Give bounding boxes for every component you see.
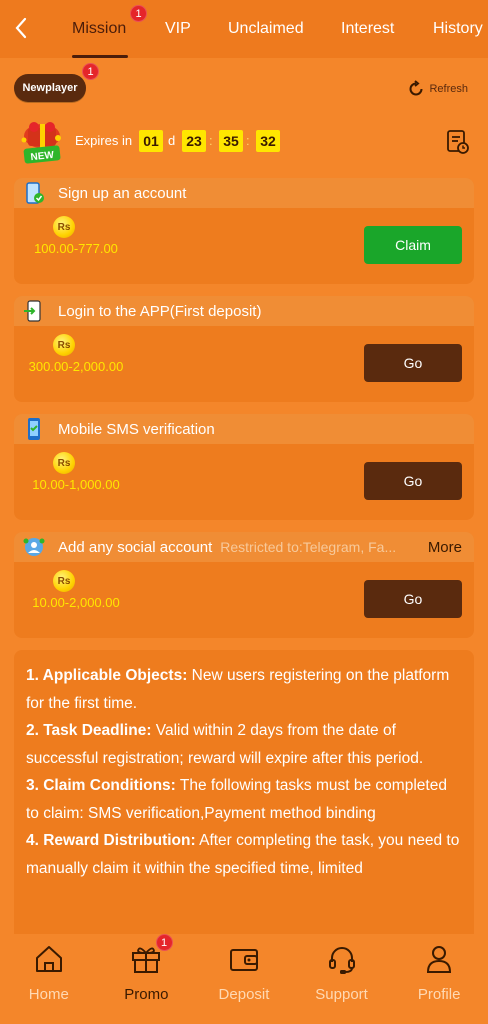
countdown-days-unit: d — [168, 133, 176, 148]
countdown-separator: : — [246, 133, 250, 148]
task-reward-amount: 10.00-2,000.00 — [32, 595, 120, 610]
nav-label: Profile — [417, 986, 461, 1003]
task-title: Sign up an account — [58, 184, 187, 202]
phone-login-icon — [24, 300, 41, 322]
gift-icon: NEW — [14, 118, 70, 166]
nav-promo-badge: 1 — [155, 934, 173, 951]
wallet-icon — [229, 949, 258, 971]
countdown-seconds: 32 — [256, 130, 280, 152]
nav-support[interactable]: Support — [293, 934, 391, 1024]
back-button[interactable] — [6, 12, 36, 44]
tab-interest[interactable]: Interest — [341, 0, 394, 58]
rupee-coin-icon: Rs — [53, 334, 75, 356]
chevron-left-icon — [15, 17, 27, 39]
task-card: Sign up an account Rs 100.00-777.00 Clai… — [14, 178, 474, 284]
tab-history[interactable]: History — [433, 0, 483, 58]
task-header: Mobile SMS verification — [14, 414, 474, 444]
rupee-coin-icon: Rs — [53, 570, 75, 592]
document-clock-icon — [447, 130, 469, 154]
task-restriction: Restricted to:Telegram, Fa... — [220, 539, 397, 555]
user-icon — [427, 946, 452, 973]
new-tag: NEW — [30, 150, 55, 163]
refresh-icon — [410, 80, 423, 96]
nav-deposit[interactable]: Deposit — [195, 934, 293, 1024]
newplayer-filter[interactable]: Newplayer — [14, 74, 86, 102]
sms-verification-icon — [28, 418, 40, 440]
rule-item: 4. Reward Distribution: After completing… — [26, 832, 460, 877]
task-header: Sign up an account — [14, 178, 474, 208]
rupee-coin-icon: Rs — [53, 452, 75, 474]
top-bar: Mission 1 VIP Unclaimed Interest History — [0, 0, 488, 58]
headset-icon — [328, 947, 355, 974]
task-header: Add any social account Restricted to:Tel… — [14, 532, 474, 562]
rupee-coin-icon: Rs — [53, 216, 75, 238]
task-reward-amount: 100.00-777.00 — [34, 241, 118, 256]
tab-label: Interest — [341, 20, 395, 37]
countdown-days: 01 — [139, 130, 163, 152]
task-header: Login to the APP(First deposit) — [14, 296, 474, 326]
rule-item: 2. Task Deadline: Valid within 2 days fr… — [26, 722, 424, 767]
tab-label: VIP — [165, 20, 191, 37]
task-card: Add any social account Restricted to:Tel… — [14, 532, 474, 638]
more-link[interactable]: More — [428, 539, 462, 556]
task-title: Login to the APP(First deposit) — [58, 302, 262, 320]
nav-label: Deposit — [218, 986, 270, 1003]
go-button[interactable]: Go — [364, 580, 462, 618]
newplayer-label: Newplayer — [22, 82, 78, 94]
tab-mission-badge: 1 — [130, 5, 147, 22]
expires-label: Expires in — [75, 133, 133, 148]
task-card: Login to the APP(First deposit) Rs 300.0… — [14, 296, 474, 402]
refresh-label: Refresh — [429, 83, 468, 95]
countdown-separator: : — [209, 133, 213, 148]
claim-button[interactable]: Claim — [364, 226, 462, 264]
active-tab-indicator — [72, 55, 128, 58]
countdown-hours: 23 — [182, 130, 206, 152]
task-title: Mobile SMS verification — [58, 420, 215, 438]
newplayer-badge: 1 — [82, 63, 99, 80]
tab-mission[interactable]: Mission — [72, 0, 126, 58]
nav-label: Promo — [124, 986, 169, 1003]
tab-unclaimed[interactable]: Unclaimed — [228, 0, 304, 58]
go-button[interactable]: Go — [364, 462, 462, 500]
nav-label: Home — [28, 986, 69, 1003]
nav-profile[interactable]: Profile — [390, 934, 488, 1024]
social-account-icon — [23, 538, 45, 556]
tab-vip[interactable]: VIP — [165, 0, 191, 58]
nav-home[interactable]: Home — [0, 934, 98, 1024]
task-title: Add any social account — [58, 538, 213, 556]
tab-label: Unclaimed — [228, 20, 304, 37]
nav-label: Support — [315, 986, 368, 1003]
rules-panel: 1. Applicable Objects: New users registe… — [14, 650, 474, 950]
phone-check-icon — [26, 182, 44, 204]
go-button[interactable]: Go — [364, 344, 462, 382]
home-icon — [35, 946, 62, 972]
refresh-button[interactable]: Refresh — [407, 80, 468, 98]
records-button[interactable] — [446, 129, 470, 160]
bottom-nav: Home Promo 1 Deposit Support Profile — [0, 934, 488, 1024]
tab-label: History — [433, 20, 483, 37]
rule-item: 3. Claim Conditions: The following tasks… — [26, 777, 447, 822]
tab-label: Mission — [72, 20, 127, 37]
task-reward-amount: 10.00-1,000.00 — [32, 477, 120, 492]
countdown-minutes: 35 — [219, 130, 243, 152]
task-card: Mobile SMS verification Rs 10.00-1,000.0… — [14, 414, 474, 520]
rule-item: 1. Applicable Objects: New users registe… — [26, 667, 450, 712]
nav-promo[interactable]: Promo 1 — [98, 934, 196, 1024]
task-reward-amount: 300.00-2,000.00 — [28, 359, 124, 374]
